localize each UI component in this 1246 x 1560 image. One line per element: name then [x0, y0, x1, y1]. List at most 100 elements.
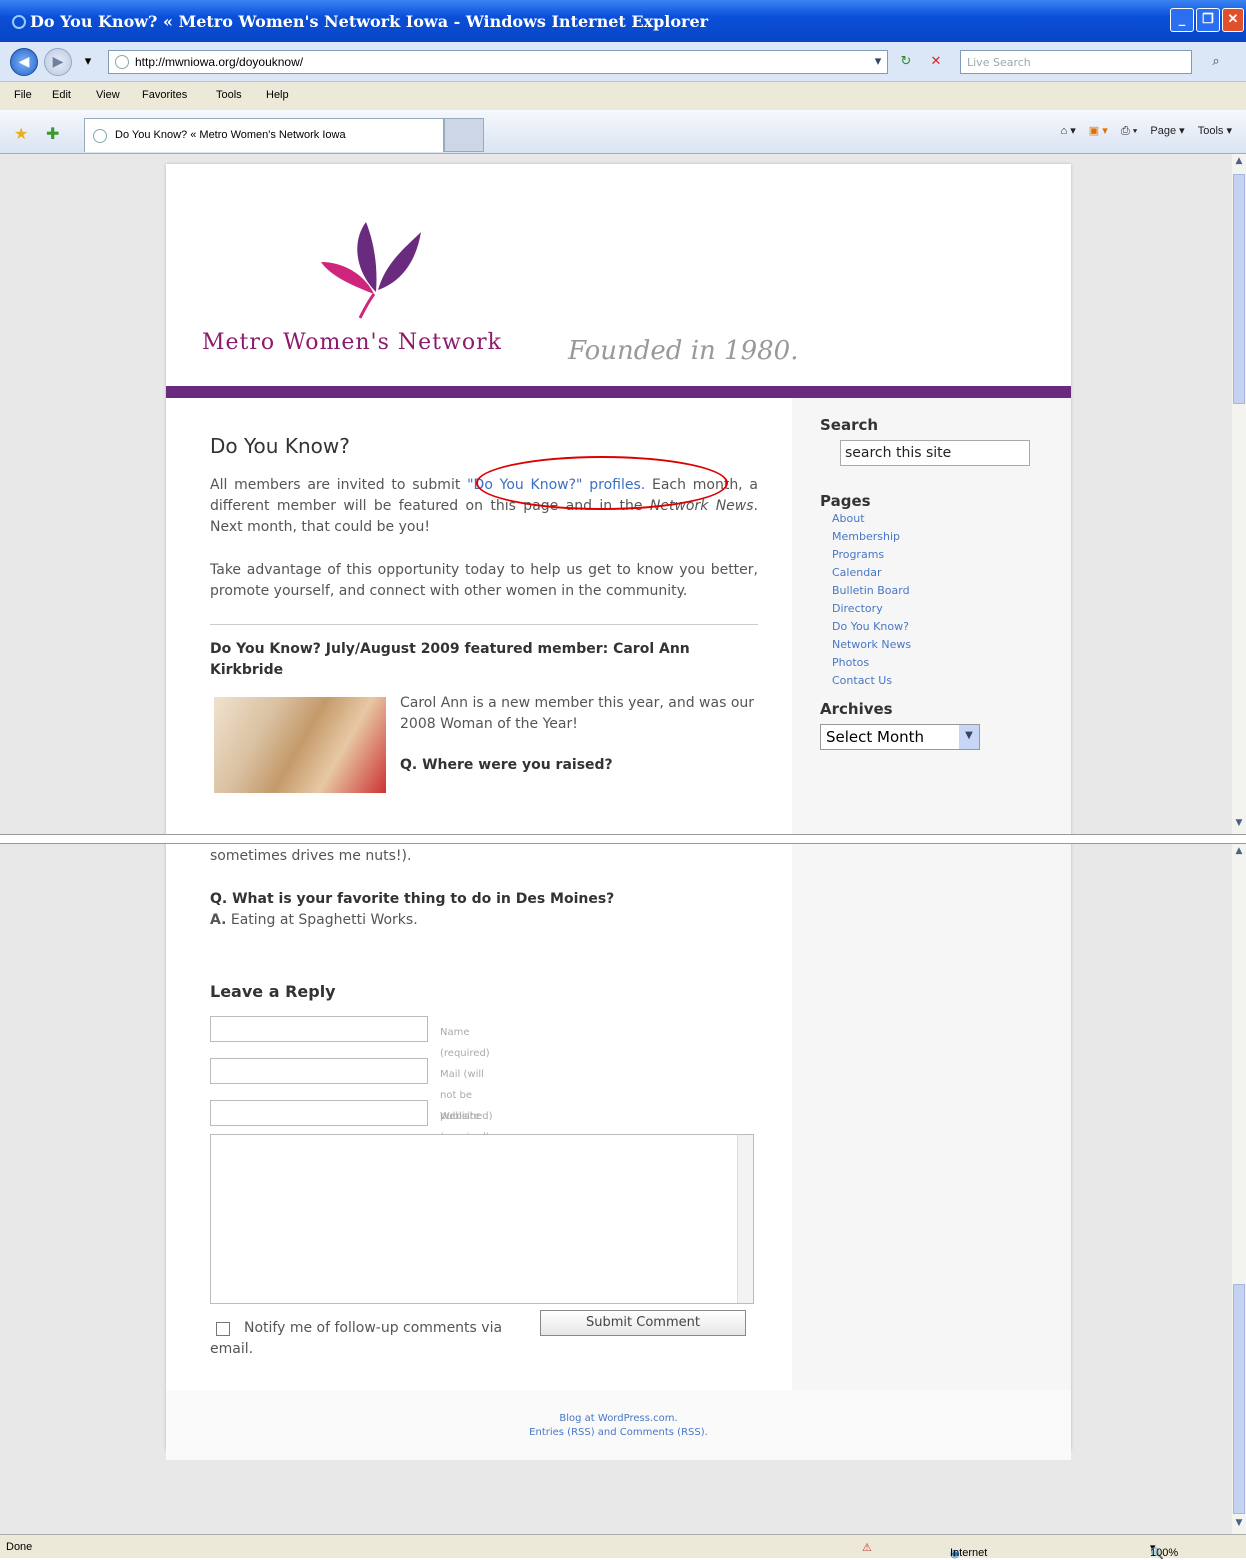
menu-bar: File Edit View Favorites Tools Help	[0, 82, 1246, 110]
zone-label: Internet	[950, 1547, 988, 1559]
textarea-scrollbar[interactable]	[737, 1135, 753, 1303]
footer-wordpress-link[interactable]: Blog at WordPress.com.	[166, 1412, 1071, 1426]
minimize-button[interactable]: _	[1170, 8, 1194, 32]
add-favorites-icon[interactable]: ✚	[46, 124, 59, 143]
privacy-icon[interactable]: ⚠	[862, 1541, 872, 1554]
member-photo	[214, 697, 386, 793]
zoom-level: 100%	[1150, 1547, 1179, 1559]
question-2: Q. What is your favorite thing to do in …	[210, 891, 615, 907]
archives-heading: Archives	[820, 700, 893, 718]
main-content-lower: sometimes drives me nuts!). Q. What is y…	[210, 846, 758, 1376]
close-button[interactable]: ✕	[1222, 8, 1244, 32]
favorites-star-icon[interactable]: ★	[14, 124, 28, 143]
home-icon[interactable]: ⌂ ▾	[1061, 125, 1076, 137]
address-dropdown-icon[interactable]: ▾	[868, 52, 888, 72]
top-pane: Metro Women's Network Founded in 1980. D…	[0, 154, 1232, 834]
sidebar-item-programs[interactable]: Programs	[820, 546, 1071, 564]
answer-label: A.	[210, 912, 227, 928]
tools-menu[interactable]: Tools ▾	[1198, 125, 1232, 137]
sidebar-item-network-news[interactable]: Network News	[820, 636, 1071, 654]
menu-view[interactable]: View	[96, 89, 120, 101]
maximize-button[interactable]: ❐	[1196, 8, 1220, 32]
site-logo-text[interactable]: Metro Women's Network	[202, 330, 502, 355]
bio-text: Carol Ann is a new member this year, and…	[400, 695, 755, 732]
comment-textarea[interactable]	[210, 1134, 754, 1304]
top-scroll-thumb[interactable]	[1233, 174, 1245, 404]
comment-form: Name (required) Mail (will not be publis…	[210, 1016, 758, 1376]
live-search-placeholder: Live Search	[967, 56, 1031, 69]
menu-file[interactable]: File	[14, 89, 32, 101]
footer-rss-links[interactable]: Entries (RSS) and Comments (RSS).	[166, 1426, 1071, 1440]
site-header: Metro Women's Network Founded in 1980.	[166, 164, 1071, 386]
name-input[interactable]	[210, 1016, 428, 1042]
content-divider	[210, 624, 758, 625]
sidebar-lower	[792, 844, 1071, 1390]
page-title: Do You Know?	[210, 434, 350, 458]
menu-favorites[interactable]: Favorites	[142, 89, 187, 101]
name-label: Name (required)	[440, 1027, 490, 1059]
address-text: http://mwniowa.org/doyouknow/	[135, 55, 304, 69]
feeds-icon[interactable]: ▣ ▾	[1089, 125, 1108, 137]
sidebar-item-directory[interactable]: Directory	[820, 600, 1071, 618]
scroll-up-icon[interactable]: ▲	[1233, 156, 1245, 170]
new-tab-button[interactable]	[444, 118, 484, 152]
history-dropdown-icon[interactable]: ▾	[78, 52, 98, 72]
scroll-down-icon-2[interactable]: ▼	[1233, 1518, 1245, 1532]
answer-2-text: Eating at Spaghetti Works.	[226, 912, 418, 928]
pane-splitter[interactable]	[0, 834, 1246, 844]
answer-2: A. Eating at Spaghetti Works.	[210, 910, 758, 931]
site-tagline: Founded in 1980.	[568, 336, 799, 366]
menu-edit[interactable]: Edit	[52, 89, 71, 101]
back-button[interactable]: ◀	[10, 48, 38, 76]
window-titlebar: Do You Know? « Metro Women's Network Iow…	[0, 0, 1246, 42]
submit-comment-button[interactable]: Submit Comment	[540, 1310, 746, 1336]
sidebar-item-bulletin-board[interactable]: Bulletin Board	[820, 582, 1071, 600]
sidebar-item-contact-us[interactable]: Contact Us	[820, 672, 1071, 690]
search-icon[interactable]: ⌕	[1206, 52, 1226, 72]
tab-active[interactable]: Do You Know? « Metro Women's Network Iow…	[84, 118, 444, 152]
page-container-lower: sometimes drives me nuts!). Q. What is y…	[166, 844, 1071, 1460]
refresh-icon[interactable]: ↻	[896, 52, 916, 72]
sidebar-inner: Search search this site Pages About Memb…	[792, 398, 1071, 750]
pages-heading: Pages	[820, 492, 871, 510]
menu-help[interactable]: Help	[266, 89, 289, 101]
menu-tools[interactable]: Tools	[216, 89, 242, 101]
sidebar-item-about[interactable]: About	[820, 510, 1071, 528]
intro-text: All members are invited to submit	[210, 477, 468, 493]
address-input[interactable]: http://mwniowa.org/doyouknow/	[108, 50, 888, 74]
archives-select-value: Select Month	[826, 728, 925, 746]
sidebar-search-input[interactable]: search this site	[840, 440, 1030, 466]
flower-logo-icon	[321, 222, 421, 319]
search-heading: Search	[820, 416, 879, 434]
ie-icon	[12, 15, 26, 29]
sidebar: Search search this site Pages About Memb…	[792, 398, 1071, 834]
page-menu[interactable]: Page ▾	[1150, 125, 1184, 137]
page-viewport: Metro Women's Network Founded in 1980. D…	[0, 154, 1246, 1534]
sidebar-item-calendar[interactable]: Calendar	[820, 564, 1071, 582]
scroll-up-icon-2[interactable]: ▲	[1233, 846, 1245, 860]
bottom-scroll-thumb[interactable]	[1233, 1284, 1245, 1514]
scroll-down-icon[interactable]: ▼	[1233, 818, 1245, 832]
status-bar: Done ⚠ ◉ Internet 🔍 100% ▾	[0, 1534, 1246, 1560]
archives-select[interactable]: Select Month ▼	[820, 724, 980, 750]
website-label: Website	[440, 1111, 480, 1122]
sidebar-item-membership[interactable]: Membership	[820, 528, 1071, 546]
print-icon[interactable]: ⎙ ▾	[1121, 125, 1137, 137]
wordpress-favicon-icon	[93, 129, 107, 143]
stop-icon[interactable]: ✕	[926, 52, 946, 72]
sidebar-item-photos[interactable]: Photos	[820, 654, 1071, 672]
live-search-input[interactable]: Live Search	[960, 50, 1192, 74]
chevron-down-icon: ▼	[959, 725, 979, 749]
website-input[interactable]	[210, 1100, 428, 1126]
command-bar: ⌂ ▾ ▣ ▾ ⎙ ▾ Page ▾ Tools ▾	[1051, 124, 1233, 138]
forward-button[interactable]: ▶	[44, 48, 72, 76]
question-1: Q. Where were you raised?	[400, 757, 613, 773]
email-input[interactable]	[210, 1058, 428, 1084]
notify-label: Notify me of follow-up comments via emai…	[210, 1320, 503, 1357]
bottom-scrollbar[interactable]: ▲ ▼	[1232, 844, 1246, 1534]
browser-window: Do You Know? « Metro Women's Network Iow…	[0, 0, 1246, 1560]
header-divider-bar	[166, 386, 1071, 398]
sidebar-item-do-you-know[interactable]: Do You Know?	[820, 618, 1071, 636]
top-scrollbar[interactable]: ▲ ▼	[1232, 154, 1246, 834]
zoom-control[interactable]: 🔍 100% ▾	[1150, 1541, 1178, 1560]
